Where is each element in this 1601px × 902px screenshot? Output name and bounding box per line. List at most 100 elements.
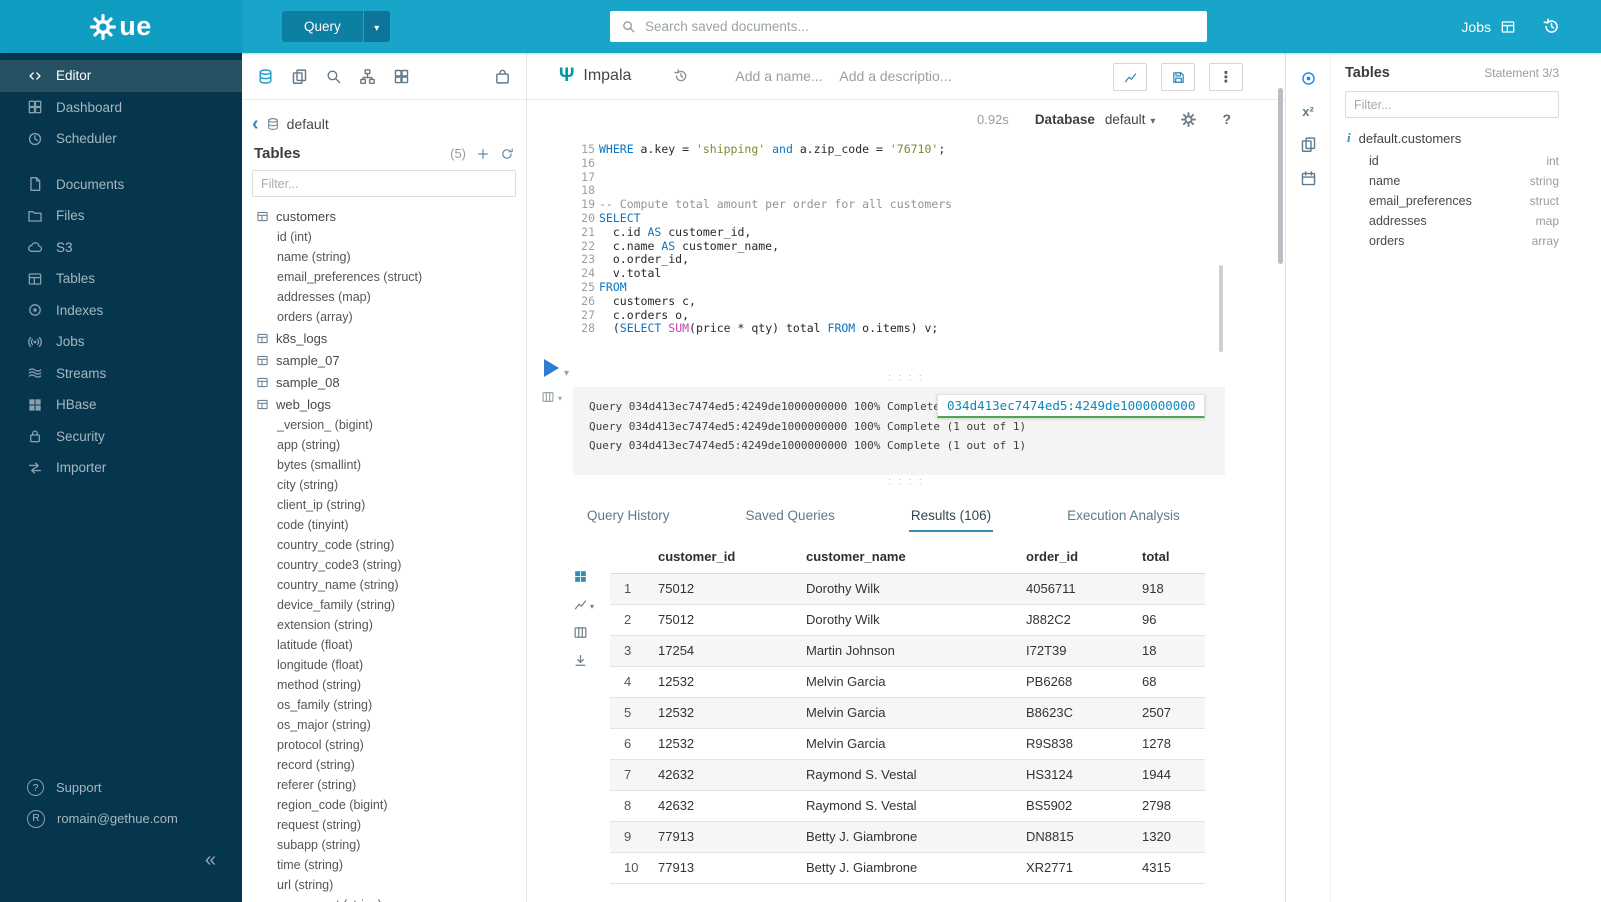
- apps-grid-icon[interactable]: [393, 68, 410, 85]
- results-row[interactable]: 742632Raymond S. VestalHS31241944: [610, 759, 1205, 790]
- database-select[interactable]: default: [1105, 112, 1156, 127]
- sidebar-item-user[interactable]: R romain@gethue.com: [0, 803, 242, 834]
- code-line[interactable]: c.orders o,: [599, 309, 952, 323]
- bag-icon[interactable]: [494, 68, 511, 85]
- column-item[interactable]: referer (string): [242, 775, 526, 795]
- functions-icon[interactable]: [1302, 104, 1314, 119]
- code-line[interactable]: SELECT: [599, 212, 952, 226]
- sidebar-item-dashboard[interactable]: Dashboard: [0, 92, 242, 124]
- sidebar-item-security[interactable]: Security: [0, 421, 242, 453]
- results-column-header[interactable]: customer_id: [650, 541, 798, 573]
- column-item[interactable]: _version_ (bigint): [242, 415, 526, 435]
- results-row[interactable]: 842632Raymond S. VestalBS59022798: [610, 790, 1205, 821]
- results-column-header[interactable]: customer_name: [798, 541, 1018, 573]
- query-button-label[interactable]: Query: [282, 11, 363, 42]
- column-item[interactable]: os_family (string): [242, 695, 526, 715]
- tables-filter-input[interactable]: [252, 170, 516, 197]
- chart-view-button[interactable]: [573, 597, 594, 612]
- code-line[interactable]: c.id AS customer_id,: [599, 226, 952, 240]
- sidebar-item-documents[interactable]: Documents: [0, 169, 242, 201]
- assist-table-item[interactable]: default.customers: [1345, 126, 1559, 151]
- add-table-icon[interactable]: [476, 147, 490, 161]
- assist-filter-input[interactable]: [1345, 91, 1559, 118]
- more-actions-button[interactable]: [1209, 63, 1243, 91]
- main-scrollbar[interactable]: [1278, 88, 1283, 264]
- code-line[interactable]: (SELECT SUM(price * qty) total FROM o.it…: [599, 322, 952, 336]
- code-line[interactable]: [599, 184, 952, 198]
- column-item[interactable]: code (tinyint): [242, 515, 526, 535]
- assist-column-item[interactable]: idint: [1345, 151, 1559, 171]
- results-row[interactable]: 977913Betty J. GiambroneDN88151320: [610, 821, 1205, 852]
- search-icon[interactable]: [325, 68, 342, 85]
- grid-view-icon[interactable]: [573, 569, 588, 584]
- chart-button[interactable]: [1113, 63, 1147, 91]
- sidebar-item-s3[interactable]: S3: [0, 232, 242, 264]
- table-item[interactable]: k8s_logs: [242, 327, 526, 349]
- sidebar-item-files[interactable]: Files: [0, 200, 242, 232]
- editor-scrollbar[interactable]: [1219, 265, 1223, 352]
- column-item[interactable]: addresses (map): [242, 287, 526, 307]
- query-description-input[interactable]: [839, 68, 957, 84]
- resize-handle[interactable]: [527, 373, 1285, 383]
- column-item[interactable]: method (string): [242, 675, 526, 695]
- column-item[interactable]: client_ip (string): [242, 495, 526, 515]
- column-item[interactable]: country_code (string): [242, 535, 526, 555]
- sidebar-item-editor[interactable]: Editor: [0, 60, 242, 92]
- results-row[interactable]: 412532Melvin GarciaPB626868: [610, 666, 1205, 697]
- sidebar-item-scheduler[interactable]: Scheduler: [0, 123, 242, 155]
- column-item[interactable]: record (string): [242, 755, 526, 775]
- breadcrumb-database[interactable]: default: [287, 116, 329, 132]
- sidebar-item-streams[interactable]: Streams: [0, 358, 242, 390]
- code-line[interactable]: -- Compute total amount per order for al…: [599, 198, 952, 212]
- hue-logo[interactable]: ue: [0, 0, 242, 53]
- table-item[interactable]: sample_08: [242, 371, 526, 393]
- help-icon[interactable]: [1222, 111, 1231, 127]
- sitemap-icon[interactable]: [359, 68, 376, 85]
- results-row[interactable]: 317254Martin JohnsonI72T3918: [610, 635, 1205, 666]
- column-item[interactable]: bytes (smallint): [242, 455, 526, 475]
- table-item[interactable]: web_logs: [242, 393, 526, 415]
- column-item[interactable]: latitude (float): [242, 635, 526, 655]
- results-column-header[interactable]: total: [1134, 541, 1205, 573]
- column-item[interactable]: country_name (string): [242, 575, 526, 595]
- tab-execution-analysis[interactable]: Execution Analysis: [1065, 499, 1182, 532]
- editor-widget-button[interactable]: [541, 389, 562, 404]
- back-chevron-icon[interactable]: [252, 114, 259, 134]
- settings-gear-icon[interactable]: [1181, 112, 1196, 127]
- refresh-icon[interactable]: [500, 147, 514, 161]
- column-item[interactable]: region_code (bigint): [242, 795, 526, 815]
- sidebar-item-tables[interactable]: Tables: [0, 263, 242, 295]
- column-item[interactable]: extension (string): [242, 615, 526, 635]
- sidebar-item-support[interactable]: Support: [0, 772, 242, 803]
- results-row[interactable]: 275012Dorothy WilkJ882C296: [610, 604, 1205, 635]
- assist-column-item[interactable]: ordersarray: [1345, 231, 1559, 251]
- table-item[interactable]: sample_07: [242, 349, 526, 371]
- results-row[interactable]: 612532Melvin GarciaR9S8381278: [610, 728, 1205, 759]
- column-item[interactable]: subapp (string): [242, 835, 526, 855]
- column-item[interactable]: orders (array): [242, 307, 526, 327]
- resize-handle[interactable]: [527, 477, 1285, 487]
- download-icon[interactable]: [573, 653, 588, 668]
- columns-icon[interactable]: [573, 625, 588, 640]
- search-input[interactable]: [645, 19, 1196, 34]
- query-name-input[interactable]: [735, 68, 831, 84]
- column-item[interactable]: id (int): [242, 227, 526, 247]
- sidebar-item-jobs[interactable]: Jobs: [0, 326, 242, 358]
- sidebar-item-hbase[interactable]: HBase: [0, 389, 242, 421]
- tab-saved-queries[interactable]: Saved Queries: [744, 499, 837, 532]
- results-column-header[interactable]: order_id: [1018, 541, 1134, 573]
- code-line[interactable]: customers c,: [599, 295, 952, 309]
- column-item[interactable]: app (string): [242, 435, 526, 455]
- documentation-icon[interactable]: [1300, 136, 1317, 153]
- code-line[interactable]: c.name AS customer_name,: [599, 240, 952, 254]
- column-item[interactable]: user_agent (string): [242, 895, 526, 902]
- sidebar-item-indexes[interactable]: Indexes: [0, 295, 242, 327]
- assist-column-item[interactable]: namestring: [1345, 171, 1559, 191]
- results-row[interactable]: 1077913Betty J. GiambroneXR27714315: [610, 852, 1205, 883]
- column-item[interactable]: city (string): [242, 475, 526, 495]
- sidebar-item-importer[interactable]: Importer: [0, 452, 242, 484]
- assist-column-item[interactable]: addressesmap: [1345, 211, 1559, 231]
- tab-query-history[interactable]: Query History: [585, 499, 672, 532]
- documents-icon[interactable]: [291, 68, 308, 85]
- editor-code[interactable]: WHERE a.key = 'shipping' and a.zip_code …: [599, 143, 952, 336]
